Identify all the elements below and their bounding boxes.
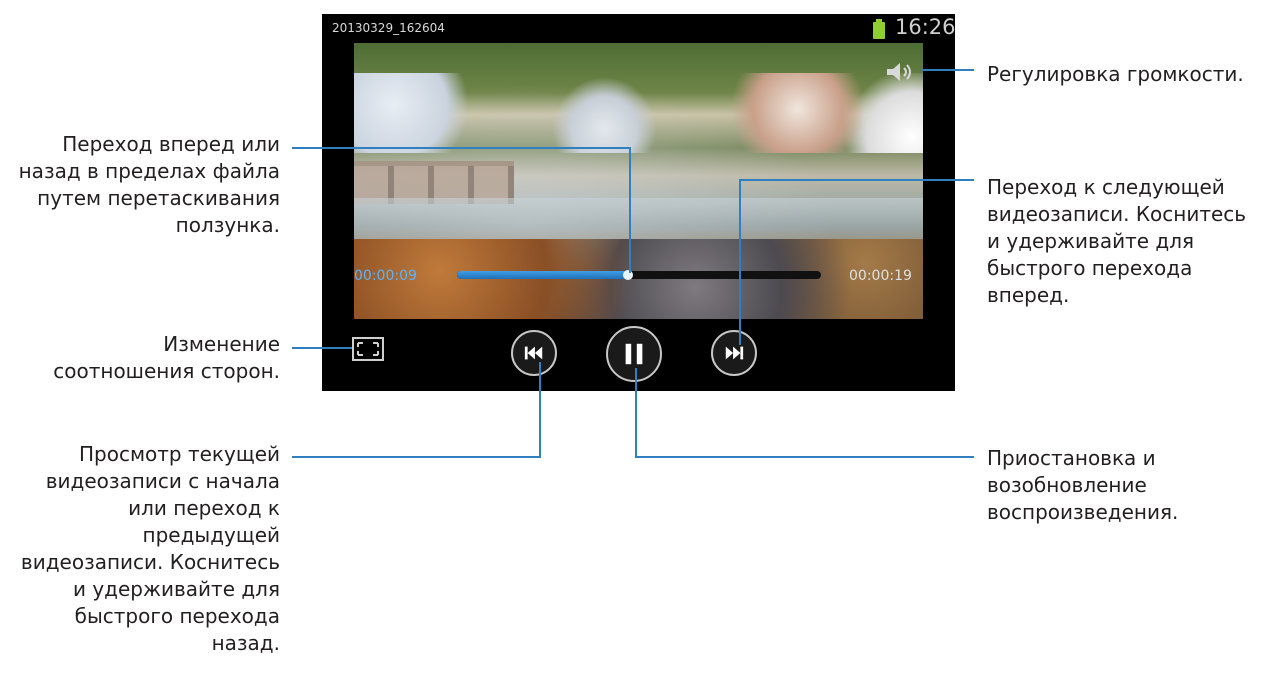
pause-button[interactable]	[606, 326, 662, 382]
callout-volume: Регулировка громкости.	[987, 62, 1244, 86]
previous-icon	[524, 346, 543, 360]
current-time: 00:00:09	[354, 268, 417, 284]
callout-previous: Просмотр текущей видеозаписи с начала ил…	[20, 442, 280, 655]
battery-icon	[873, 19, 885, 39]
next-icon	[725, 346, 744, 360]
pause-icon	[625, 343, 643, 365]
seek-bar-progress	[457, 271, 629, 279]
callout-pause: Приостановка и возобновление воспроизвед…	[987, 446, 1179, 524]
video-player-screen: 20130329_162604 16:26 00:00:09 00:00:19	[322, 14, 956, 391]
seek-thumb[interactable]	[623, 270, 634, 280]
status-bar: 20130329_162604 16:26	[322, 14, 956, 43]
previous-button[interactable]	[511, 330, 557, 376]
volume-icon[interactable]	[885, 61, 915, 83]
callout-seek: Переход вперед или назад в пределах файл…	[18, 132, 280, 237]
total-time: 00:00:19	[849, 268, 912, 284]
file-name: 20130329_162604	[332, 21, 445, 35]
aspect-ratio-icon[interactable]	[352, 337, 384, 361]
seek-bar[interactable]	[457, 270, 821, 280]
callout-next: Переход к следующей видеозаписи. Косните…	[987, 175, 1247, 307]
status-clock: 16:26	[895, 15, 956, 39]
next-button[interactable]	[711, 330, 757, 376]
callout-aspect-ratio: Изменение соотношения сторон.	[53, 332, 280, 383]
